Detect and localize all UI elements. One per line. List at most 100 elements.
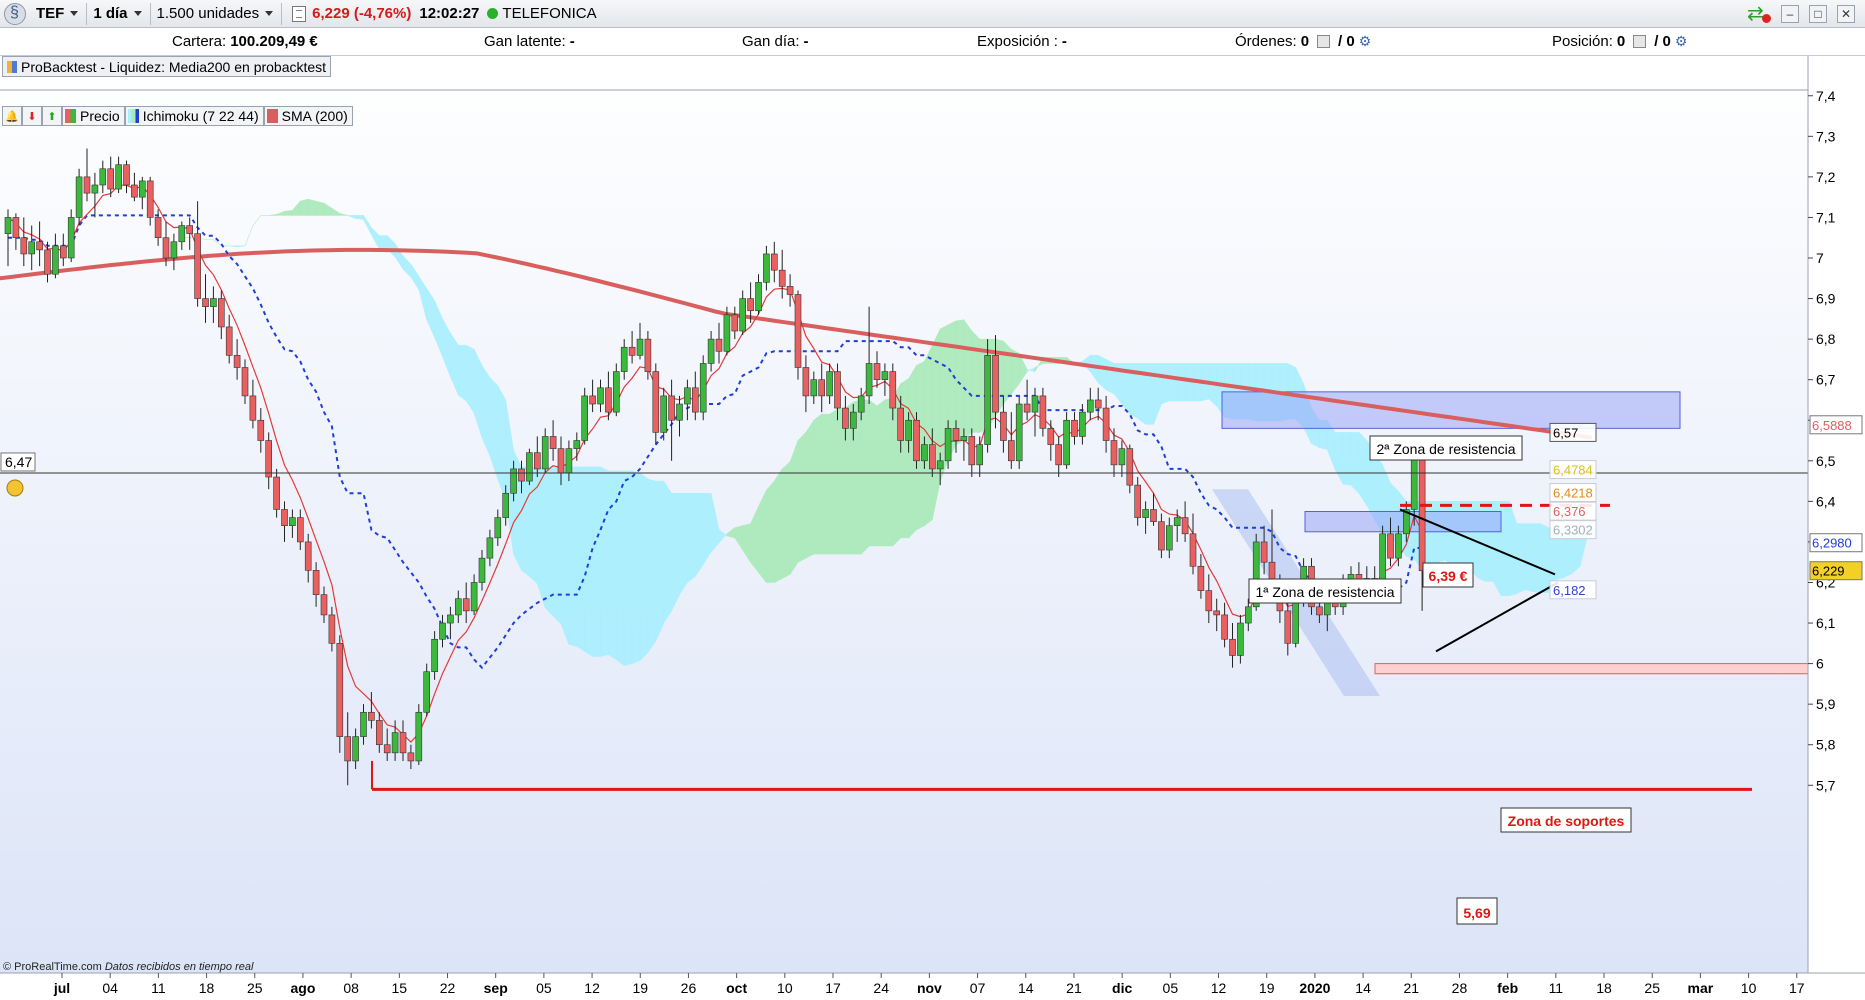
gear-icon[interactable]: ⚙ — [1675, 33, 1688, 50]
legend-price[interactable]: Precio — [62, 106, 125, 126]
maximize-button[interactable]: □ — [1809, 5, 1827, 23]
price-chart[interactable]: 6,472ª Zona de resistencia1ª Zona de res… — [0, 56, 1865, 1000]
candle-body — [699, 363, 707, 413]
candle-body — [518, 468, 525, 482]
candle-body — [636, 338, 644, 356]
candle-body — [1205, 590, 1213, 612]
exposicion-field: Exposición : - — [977, 33, 1067, 50]
copyright-realtime: Datos recibidos en tiempo real — [104, 961, 254, 973]
candle-body — [968, 436, 976, 466]
cursor-label: 6,47 — [5, 454, 32, 470]
swap-icon[interactable] — [1745, 1, 1771, 26]
cloud-segment — [536, 466, 546, 608]
candle-body — [273, 476, 280, 510]
quantity-dropdown[interactable]: 1.500 unidades — [151, 2, 283, 25]
legend-sma[interactable]: SMA (200) — [263, 106, 353, 126]
candle-body — [1189, 533, 1197, 567]
interval-text: 1 día — [93, 5, 128, 22]
alert-bell-icon[interactable]: 🔔 — [2, 106, 22, 126]
positions-list-icon[interactable] — [1633, 35, 1647, 48]
candle-body — [131, 184, 138, 198]
y-tick-label: 6,8 — [1816, 331, 1836, 347]
resistance-zone-2 — [1221, 391, 1681, 429]
candle-body — [1031, 395, 1039, 413]
symbol-text: TEF — [36, 5, 65, 22]
candle-body — [786, 286, 794, 295]
candle-body — [146, 180, 154, 218]
candle-body — [1221, 614, 1228, 640]
cloud-segment — [315, 200, 325, 216]
posicion-field: Posición: 0 / 0 ⚙ — [1552, 33, 1687, 50]
candle-body — [581, 395, 589, 441]
cloud-segment — [631, 470, 641, 665]
cloud-segment — [592, 466, 601, 657]
x-tick-label: 11 — [1549, 980, 1564, 996]
cloud-segment — [963, 318, 973, 442]
candle-body — [1039, 395, 1047, 429]
x-tick-label: 14 — [1018, 980, 1034, 996]
close-button[interactable]: ✕ — [1837, 5, 1855, 23]
candle-body — [99, 168, 107, 186]
x-tick-label: 12 — [1211, 980, 1227, 996]
cloud-segment — [1003, 340, 1012, 405]
sma-swatch-icon — [266, 109, 278, 123]
candle — [526, 448, 533, 486]
candle-body — [1126, 448, 1134, 486]
x-tick-label: jul — [53, 980, 70, 996]
legend-price-label: Precio — [80, 108, 120, 124]
y-tick-label: 7,1 — [1816, 209, 1836, 225]
candle — [794, 290, 802, 380]
prorealtime-logo-icon[interactable] — [4, 2, 26, 25]
x-tick-label: 19 — [632, 980, 648, 996]
candle — [1015, 395, 1023, 469]
candle-body — [225, 326, 233, 356]
candle-body — [375, 720, 383, 746]
strategy-label-text: ProBacktest - Liquidez: Media200 en prob… — [21, 58, 327, 75]
candle-body — [526, 452, 533, 482]
legend-ichimoku[interactable]: Ichimoku (7 22 44) — [124, 106, 264, 126]
chart-area[interactable]: 6,47 2ª Zona de resistencia 1ª Zona de res… — [0, 56, 1865, 1000]
orders-list-icon[interactable] — [1317, 35, 1331, 48]
instrument-info-icon[interactable] — [292, 5, 307, 22]
cartera-label: Cartera: — [172, 33, 227, 50]
y-tick-label: 5,8 — [1816, 737, 1836, 753]
strategy-label[interactable]: ProBacktest - Liquidez: Media200 en prob… — [2, 56, 332, 77]
candle-body — [1007, 440, 1015, 462]
x-tick-label: 05 — [1163, 980, 1179, 996]
chevron-down-icon — [265, 11, 274, 16]
minimize-button[interactable]: – — [1781, 5, 1799, 23]
cloud-segment — [766, 480, 775, 583]
candle-body — [1015, 403, 1023, 462]
candle-body — [178, 225, 186, 243]
candle-body — [439, 622, 446, 640]
ordenes-label: Órdenes: — [1235, 33, 1297, 50]
candle-body — [218, 298, 225, 328]
candle-body — [210, 298, 217, 307]
x-tick-label: sep — [484, 980, 508, 996]
cloud-segment — [1161, 363, 1170, 405]
last-price-label: 6,229 — [1812, 564, 1845, 579]
candle-body — [407, 752, 415, 762]
candle-body — [233, 355, 241, 368]
buy-arrow-icon[interactable]: ⬆ — [42, 106, 62, 126]
gan-dia-label: Gan día: — [742, 33, 800, 50]
gan-latente-label: Gan latente: — [484, 33, 566, 50]
candle-body — [486, 537, 494, 559]
candle-body — [612, 371, 620, 413]
candle-body — [794, 294, 802, 368]
prorealtime-window: TEF 1 día 1.500 unidades 6,229 (-4,76%) … — [0, 0, 1865, 1000]
candle-body — [4, 217, 12, 234]
sell-arrow-icon[interactable]: ⬇ — [22, 106, 42, 126]
cloud-segment — [568, 466, 578, 647]
candle-body — [818, 379, 826, 397]
symbol-dropdown[interactable]: TEF — [30, 2, 88, 25]
interval-dropdown[interactable]: 1 día — [87, 2, 151, 25]
indicator-legend: 🔔 ⬇ ⬆ Precio Ichimoku (7 22 44) SMA (200… — [2, 106, 353, 126]
candle-body — [944, 428, 952, 462]
cloud-segment — [860, 399, 870, 555]
candle-body — [320, 594, 328, 616]
candle-body — [1087, 399, 1094, 413]
chevron-down-icon — [133, 11, 142, 16]
x-tick-label: 05 — [536, 980, 552, 996]
gear-icon[interactable]: ⚙ — [1359, 33, 1372, 50]
